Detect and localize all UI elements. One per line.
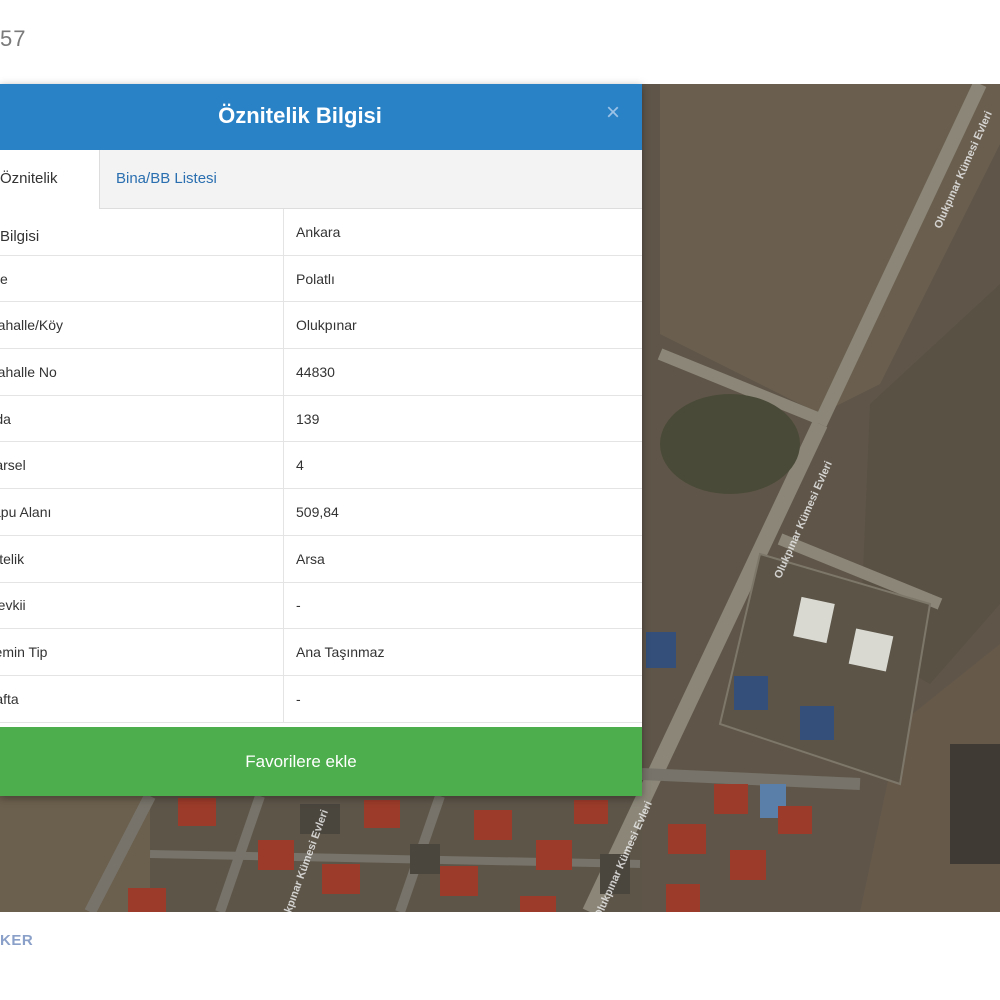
row-value: Olukpınar	[296, 317, 357, 334]
table-row: Mevkii -	[0, 582, 642, 630]
add-to-favorites-button[interactable]: Favorilere ekle	[0, 727, 642, 796]
table-row: Zemin Tip Ana Taşınmaz	[0, 629, 642, 676]
row-value: 139	[296, 410, 320, 427]
table-row: Pafta -	[0, 675, 642, 723]
row-value: 509,84	[296, 503, 339, 520]
row-label: Parsel	[0, 442, 284, 489]
row-value: Polatlı	[296, 270, 335, 287]
row-value: -	[296, 597, 301, 614]
row-label: Pafta	[0, 675, 284, 722]
dialog-title: Öznitelik Bilgisi	[218, 103, 382, 128]
table-row: Nitelik Arsa	[0, 535, 642, 583]
row-label: İlçe	[0, 255, 284, 302]
tab-attribute-info[interactable]: Öznitelik Bilgisi	[0, 150, 100, 245]
table-row: İl Ankara	[0, 209, 642, 256]
brand-text: KER	[0, 932, 34, 949]
row-label: Mahalle No	[0, 349, 284, 395]
table-row: Parsel 4	[0, 442, 642, 490]
row-value: -	[296, 690, 301, 707]
row-label: Mahalle/Köy	[0, 302, 284, 349]
close-icon[interactable]: ×	[602, 101, 624, 125]
table-row: Mahalle/Köy Olukpınar	[0, 302, 642, 350]
table-row: Tapu Alanı 509,84	[0, 489, 642, 536]
row-label: Nitelik	[0, 535, 284, 582]
row-label: Ada	[0, 395, 284, 442]
listing-number: 57	[0, 26, 27, 51]
tab-building-list[interactable]: Bina/BB Listesi	[104, 150, 229, 208]
table-row: Ada 139	[0, 395, 642, 443]
attribute-info-dialog: Öznitelik Bilgisi × Öznitelik Bilgisi Bi…	[0, 84, 642, 796]
table-row: Mahalle No 44830	[0, 349, 642, 396]
row-label: Tapu Alanı	[0, 489, 284, 535]
dialog-tabs: Öznitelik Bilgisi Bina/BB Listesi	[0, 150, 642, 245]
row-label: Zemin Tip	[0, 629, 284, 675]
row-label: Mevkii	[0, 582, 284, 629]
row-value: Arsa	[296, 550, 325, 567]
table-row: İlçe Polatlı	[0, 255, 642, 303]
row-value: Ankara	[296, 223, 341, 240]
row-value: 4	[296, 457, 304, 474]
attribute-table: İl Ankara İlçe Polatlı Mahalle/Köy Olukp…	[0, 209, 642, 723]
dialog-header: Öznitelik Bilgisi ×	[0, 84, 642, 150]
row-label: İl	[0, 209, 284, 255]
row-value: 44830	[296, 363, 335, 380]
row-value: Ana Taşınmaz	[296, 644, 385, 661]
